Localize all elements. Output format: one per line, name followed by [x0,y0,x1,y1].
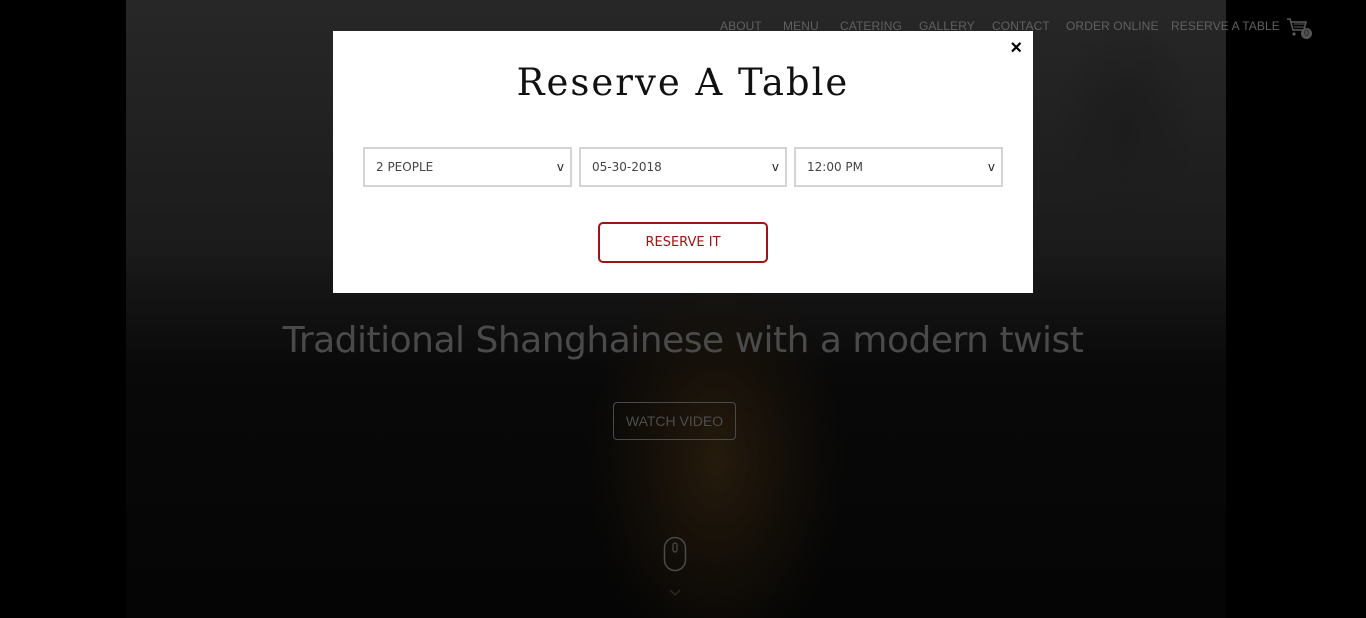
hero-tagline: Traditional Shanghainese with a modern t… [282,320,1084,361]
reserve-table-modal: × Reserve A Table 2 PEOPLE v 05-30-2018 … [333,31,1033,293]
date-select[interactable]: 05-30-2018 v [579,147,787,187]
party-size-select[interactable]: 2 PEOPLE v [363,147,572,187]
time-select[interactable]: 12:00 PM v [794,147,1003,187]
chevron-down-icon: v [556,160,564,174]
reserve-it-button[interactable]: RESERVE IT [598,222,768,263]
chevron-down-icon: v [771,160,779,174]
cart-button[interactable]: 0 [1286,17,1312,39]
close-icon[interactable]: × [1010,38,1022,58]
nav-reserve-table[interactable]: RESERVE A TABLE [1171,19,1280,33]
nav-order-online[interactable]: ORDER ONLINE [1066,19,1159,33]
chevron-down-icon: v [987,160,995,174]
time-value: 12:00 PM [807,160,863,174]
cart-count-badge: 0 [1301,28,1312,39]
modal-title: Reserve A Table [516,61,850,104]
party-size-value: 2 PEOPLE [376,160,434,174]
chevron-down-icon [669,589,681,597]
watch-video-button[interactable]: WATCH VIDEO [613,402,736,440]
date-value: 05-30-2018 [592,160,662,174]
mouse-scroll-icon[interactable] [663,536,687,572]
